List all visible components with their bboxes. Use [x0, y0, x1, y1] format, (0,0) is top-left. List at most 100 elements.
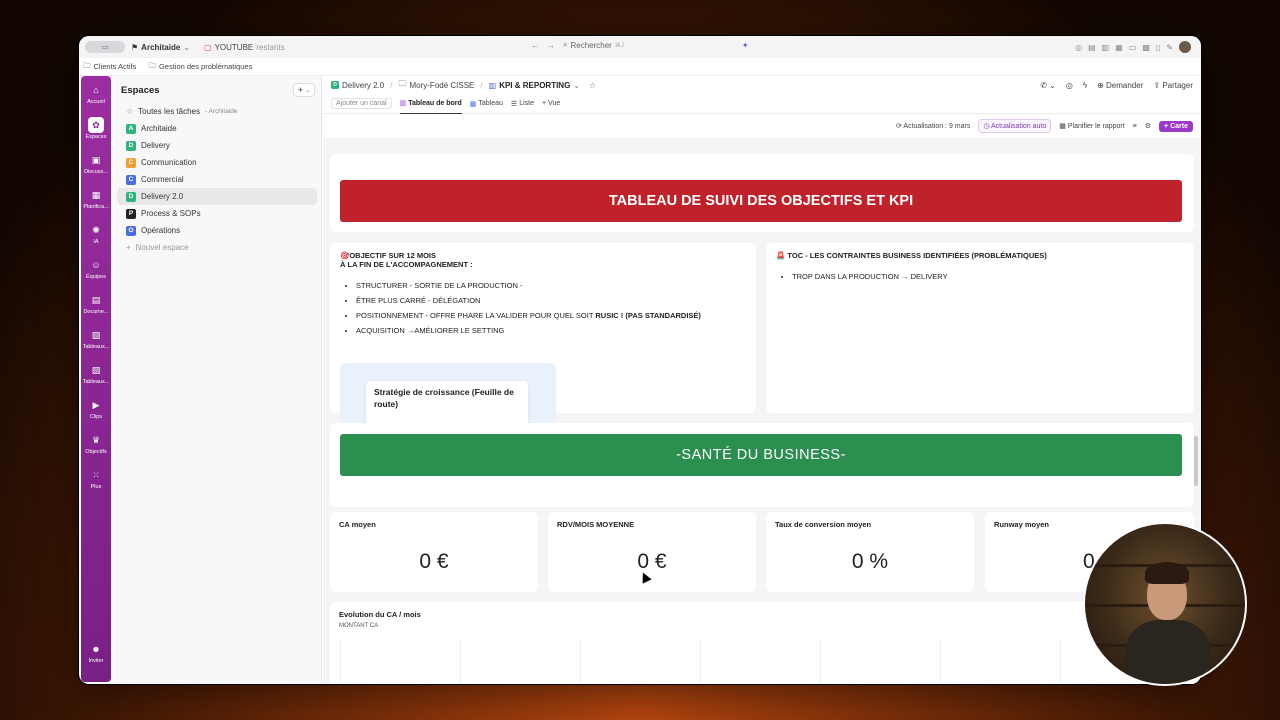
kpi-title: Taux de conversion moyen — [775, 520, 872, 529]
kpi-card-ca[interactable]: CA moyen 0 € — [330, 512, 538, 592]
folder-icon: 🗀 — [148, 61, 156, 70]
chart-gridline — [700, 640, 701, 684]
plus-icon: + — [126, 243, 131, 252]
breadcrumb: D Delivery 2.0 / 🗀 Mory-Fodé CISSE / ▥ K… — [323, 76, 1201, 94]
add-card-button[interactable]: + Carte — [1159, 120, 1193, 132]
sidebar-item-all-tasks[interactable]: ☆ Toutes les tâches - Architaide — [117, 103, 317, 120]
breadcrumb-folder[interactable]: Mory-Fodé CISSE — [409, 81, 474, 90]
auto-refresh-button[interactable]: ◷ Actualisation auto — [978, 119, 1052, 133]
filter-icon[interactable]: ≡ — [1133, 123, 1137, 130]
star-icon[interactable]: ☆ — [589, 81, 596, 90]
space-badge: A — [126, 123, 136, 134]
sidebar-toggle-button[interactable]: ▭ — [85, 41, 125, 53]
search-bar[interactable]: ⌕ Rechercher ⌘J — [563, 40, 624, 50]
space-badge: C — [126, 174, 136, 185]
rail-label: Docume... — [83, 309, 109, 315]
kpi-card-conversion[interactable]: Taux de conversion moyen 0 % — [766, 512, 974, 592]
forward-arrow-icon[interactable]: → — [547, 41, 555, 50]
lightning-icon[interactable]: ϟ — [1083, 81, 1087, 90]
rail-label: Planifica... — [83, 204, 109, 210]
breadcrumb-space[interactable]: Delivery 2.0 — [342, 81, 384, 90]
tab-liste[interactable]: ☰ Liste — [511, 94, 534, 114]
banner-card[interactable]: TABLEAU DE SUIVI DES OBJECTIFS ET KPI — [330, 154, 1194, 232]
sidebar-item-new-space[interactable]: + Nouvel espace — [117, 239, 317, 256]
workspace-name: Architaide — [141, 42, 181, 52]
rail-item-clips[interactable]: ▶ Clips — [81, 397, 111, 432]
sidebar-item-delivery-2[interactable]: D Delivery 2.0 — [117, 188, 317, 205]
star-icon: ☆ — [126, 107, 134, 116]
space-label: Process & SOPs — [141, 209, 201, 218]
schedule-report-button[interactable]: ▦ Planifier le rapport — [1059, 122, 1124, 130]
ask-button[interactable]: ⊕ Demander — [1097, 81, 1143, 90]
trophy-icon: ♛ — [91, 434, 101, 445]
sidebar-item-architaide[interactable]: A Architaide — [117, 120, 317, 137]
sidebar-item-delivery[interactable]: D Delivery — [117, 137, 317, 154]
document-icon[interactable]: ▥ — [1102, 43, 1110, 52]
rail-item-inviter[interactable]: ☻ Inviter — [81, 641, 111, 676]
business-health-card[interactable]: -SANTÉ DU BUSINESS- — [330, 423, 1194, 507]
check-circle-icon[interactable]: ◎ — [1075, 43, 1082, 52]
share-button[interactable]: ⇪ Partager — [1153, 81, 1193, 90]
rail-item-ia[interactable]: ✺ IA — [81, 222, 111, 257]
bookmark-clients-actifs[interactable]: 🗀 Clients Actifs — [83, 60, 136, 73]
chart-gridline — [940, 640, 941, 684]
chat-icon: ▣ — [91, 154, 101, 165]
chart-subtitle: MONTANT CA — [339, 623, 379, 629]
rail-item-discussions[interactable]: ▣ Discuss... — [81, 152, 111, 187]
user-avatar[interactable] — [1179, 41, 1191, 53]
rail-item-objectifs[interactable]: ♛ Objectifs — [81, 432, 111, 467]
add-space-button[interactable]: + ⌄ — [293, 83, 315, 97]
sidebar-item-operations[interactable]: O Opérations — [117, 222, 317, 239]
rail-item-equipes[interactable]: ☺ Équipes — [81, 257, 111, 292]
workspace-switcher[interactable]: ⚑ Architaide ⌄ — [131, 43, 190, 52]
rail-item-espaces[interactable]: ✿ Espaces — [81, 117, 111, 152]
sidebar-item-commercial[interactable]: C Commercial — [117, 171, 317, 188]
glasses-icon[interactable]: ◎ — [1066, 81, 1073, 90]
webcam-overlay — [1083, 522, 1247, 686]
kpi-card-rdv[interactable]: RDV/MOIS MOYENNE 0 € — [548, 512, 756, 592]
sidebar-item-process-sops[interactable]: P Process & SOPs — [117, 205, 317, 222]
toc-list: TROP DANS LA PRODUCTION → DELIVERY — [776, 272, 1184, 281]
phone-icon[interactable]: ✆ ⌄ — [1040, 81, 1056, 90]
grid-icon[interactable]: ▩ — [1142, 43, 1150, 52]
breadcrumb-page[interactable]: KPI & REPORTING — [499, 81, 570, 90]
space-label: Delivery 2.0 — [141, 192, 184, 201]
youtube-tab[interactable]: ▢ YOUTUBE restants — [204, 43, 285, 52]
revenue-chart-card[interactable]: Evolution du CA / mois MONTANT CA — [330, 602, 1194, 684]
rail-item-plus[interactable]: ⁙ Plus — [81, 467, 111, 502]
share-label: Partager — [1162, 81, 1193, 90]
chevron-down-icon[interactable]: ⌄ — [573, 81, 580, 90]
bookmark-label: Clients Actifs — [93, 62, 137, 71]
rail-item-documents[interactable]: ▤ Docume... — [81, 292, 111, 327]
rail-item-accueil[interactable]: ⌂ Accueil — [81, 82, 111, 117]
ai-sparkle-icon[interactable]: ✦ — [742, 41, 749, 50]
inbox-icon[interactable]: ▤ — [1088, 43, 1096, 52]
roadmap-doc-preview[interactable]: Stratégie de croissance (Feuille de rout… — [340, 363, 556, 423]
share-icon: ⇪ — [1153, 81, 1161, 90]
file-icon[interactable]: ▯ — [1156, 43, 1160, 52]
pen-icon[interactable]: ✎ — [1166, 43, 1173, 52]
add-channel-button[interactable]: Ajouter un canal — [331, 98, 392, 109]
tab-label: Liste — [519, 100, 534, 107]
tab-add-view[interactable]: + Vue — [542, 94, 560, 114]
rail-item-tableaux-blancs[interactable]: ▨ Tableaux... — [81, 362, 111, 397]
back-arrow-icon[interactable]: ← — [531, 41, 539, 50]
rail-label: Inviter — [88, 658, 104, 664]
rail-label: Tableaux... — [82, 379, 110, 385]
tab-tableau-de-bord[interactable]: ▥ Tableau de bord — [399, 94, 462, 114]
chart-gridline — [460, 640, 461, 684]
settings-gear-icon[interactable]: ⚙ — [1145, 122, 1151, 130]
tab-tableau[interactable]: ▦ Tableau — [470, 94, 503, 114]
video-icon[interactable]: ▭ — [1129, 43, 1137, 52]
rail-item-planification[interactable]: ▦ Planifica... — [81, 187, 111, 222]
objective-card[interactable]: 🎯OBJECTIF SUR 12 MOIS À LA FIN DE L'ACCO… — [330, 243, 756, 423]
toc-card[interactable]: 🚨 TOC - LES CONTRAINTES BUSINESS IDENTIF… — [766, 243, 1194, 413]
sidebar-item-communication[interactable]: C Communication — [117, 154, 317, 171]
clipboard-icon[interactable]: ▦ — [1115, 43, 1123, 52]
rail-item-tableaux-de-bord[interactable]: ▧ Tableaux... — [81, 327, 111, 362]
refresh-button[interactable]: ⟳ Actualisation : 9 mars — [896, 122, 970, 130]
bookmark-gestion[interactable]: 🗀 Gestion des problématiques — [148, 60, 252, 73]
clock-icon: ◷ — [983, 123, 990, 130]
space-badge: D — [126, 140, 136, 151]
scrollbar[interactable] — [1194, 436, 1198, 486]
